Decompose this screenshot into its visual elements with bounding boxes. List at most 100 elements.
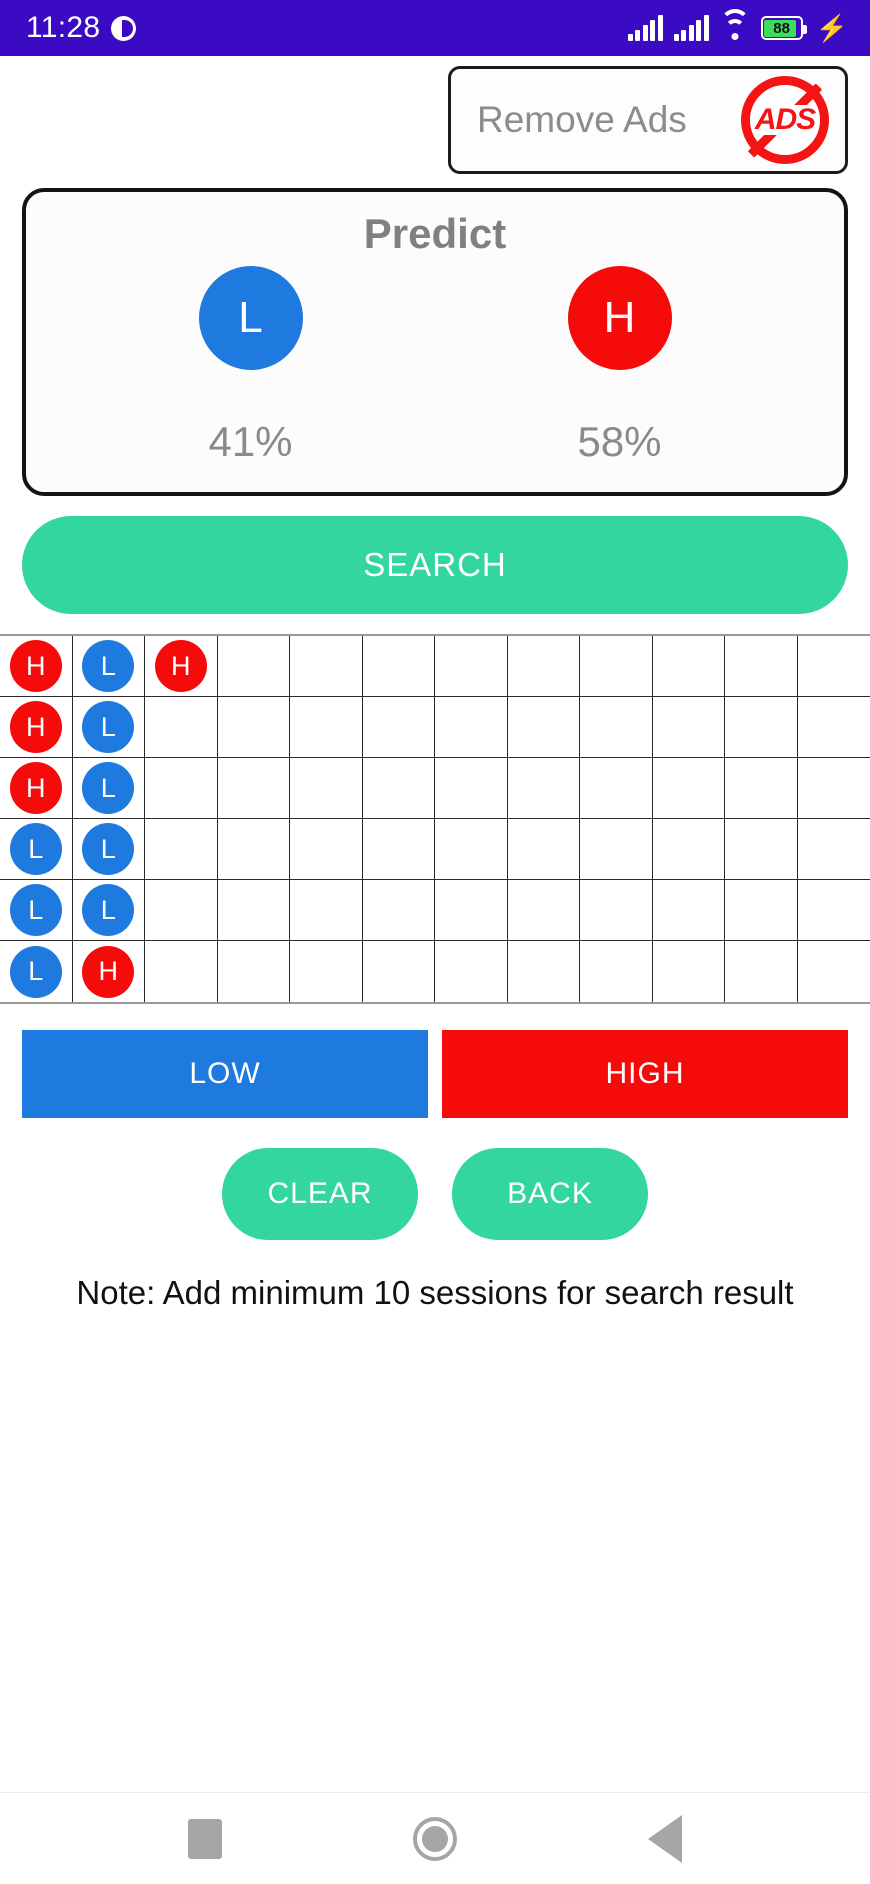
grid-cell[interactable] [725, 819, 798, 880]
grid-cell[interactable] [507, 880, 580, 941]
grid-cell[interactable] [580, 941, 653, 1002]
grid-cell[interactable]: L [0, 819, 73, 880]
grid-cell[interactable] [797, 697, 870, 758]
grid-cell[interactable] [725, 941, 798, 1002]
grid-cell[interactable] [435, 758, 508, 819]
grid-cell[interactable] [797, 758, 870, 819]
grid-cell[interactable] [435, 636, 508, 697]
clear-button[interactable]: CLEAR [222, 1148, 418, 1240]
entry-buttons-row: LOW HIGH [22, 1030, 848, 1118]
grid-cell[interactable] [507, 819, 580, 880]
grid-cell[interactable] [145, 819, 218, 880]
grid-cell[interactable] [797, 636, 870, 697]
charging-bolt-icon: ⚡ [815, 13, 848, 43]
status-bar-right: 88 ⚡ [627, 9, 848, 43]
grid-cell[interactable] [217, 758, 290, 819]
grid-cell[interactable]: H [0, 636, 73, 697]
grid-cell[interactable] [652, 941, 725, 1002]
grid-dot-high: H [9, 762, 62, 814]
grid-cell[interactable] [362, 941, 435, 1002]
grid-cell[interactable] [362, 636, 435, 697]
grid-cell[interactable] [435, 880, 508, 941]
grid-cell[interactable] [145, 941, 218, 1002]
grid-cell[interactable] [797, 819, 870, 880]
grid-cell[interactable] [580, 819, 653, 880]
grid-cell[interactable] [652, 819, 725, 880]
predict-bubbles-row: L 41% H 58% [26, 266, 844, 466]
predict-low-bubble[interactable]: L [198, 266, 303, 370]
grid-cell[interactable] [507, 697, 580, 758]
grid-cell[interactable] [580, 697, 653, 758]
grid-cell[interactable] [217, 880, 290, 941]
grid-cell[interactable] [217, 697, 290, 758]
app-screen: 11:28 88 ⚡ Remove Ads ADS Predict L 41% … [0, 0, 870, 1884]
low-entry-button[interactable]: LOW [22, 1030, 428, 1118]
grid-cell[interactable] [725, 636, 798, 697]
predict-high-bubble[interactable]: H [567, 266, 672, 370]
system-navigation-bar [0, 1792, 870, 1884]
high-entry-button[interactable]: HIGH [442, 1030, 848, 1118]
grid-dot-high: H [82, 945, 135, 998]
grid-cell[interactable] [652, 636, 725, 697]
grid-cell[interactable] [725, 697, 798, 758]
grid-cell[interactable]: L [0, 941, 73, 1002]
grid-cell[interactable] [290, 636, 363, 697]
grid-cell[interactable] [580, 758, 653, 819]
grid-cell[interactable] [145, 697, 218, 758]
grid-cell[interactable] [217, 941, 290, 1002]
grid-cell[interactable] [435, 697, 508, 758]
status-bar-left: 11:28 [26, 13, 137, 43]
grid-cell[interactable] [362, 758, 435, 819]
grid-cell[interactable] [580, 636, 653, 697]
ads-icon-label: ADS [752, 103, 818, 136]
grid-cell[interactable] [652, 880, 725, 941]
session-grid-wrapper: HLHHLHLLLLLLH [0, 634, 870, 1004]
grid-cell[interactable] [435, 941, 508, 1002]
remove-ads-button[interactable]: Remove Ads ADS [448, 66, 848, 174]
grid-cell[interactable] [362, 880, 435, 941]
back-button[interactable]: BACK [452, 1148, 648, 1240]
home-button[interactable] [400, 1804, 470, 1874]
grid-cell[interactable]: L [72, 636, 145, 697]
grid-cell[interactable]: H [0, 697, 73, 758]
square-icon [188, 1818, 222, 1859]
grid-cell[interactable] [507, 636, 580, 697]
grid-cell[interactable] [652, 697, 725, 758]
back-nav-button[interactable] [630, 1804, 700, 1874]
grid-dot-low: L [82, 823, 135, 875]
grid-cell[interactable] [217, 819, 290, 880]
grid-cell[interactable] [507, 941, 580, 1002]
grid-cell[interactable]: L [72, 758, 145, 819]
grid-cell[interactable]: L [72, 819, 145, 880]
grid-cell[interactable] [290, 941, 363, 1002]
grid-cell[interactable] [145, 880, 218, 941]
grid-cell[interactable]: L [72, 880, 145, 941]
grid-cell[interactable] [217, 636, 290, 697]
grid-dot-high: H [9, 701, 62, 753]
grid-cell[interactable] [797, 880, 870, 941]
grid-cell[interactable]: L [0, 880, 73, 941]
grid-dot-low: L [82, 701, 135, 753]
grid-cell[interactable]: H [0, 758, 73, 819]
grid-cell[interactable] [145, 758, 218, 819]
grid-cell[interactable] [290, 880, 363, 941]
recents-button[interactable] [170, 1804, 240, 1874]
grid-cell[interactable]: H [145, 636, 218, 697]
grid-cell[interactable] [725, 880, 798, 941]
session-grid[interactable]: HLHHLHLLLLLLH [0, 636, 870, 1002]
grid-cell[interactable]: L [72, 697, 145, 758]
grid-cell[interactable] [797, 941, 870, 1002]
grid-cell[interactable] [362, 819, 435, 880]
grid-cell[interactable] [580, 880, 653, 941]
grid-cell[interactable] [652, 758, 725, 819]
grid-cell[interactable]: H [72, 941, 145, 1002]
grid-cell[interactable] [435, 819, 508, 880]
grid-cell[interactable] [362, 697, 435, 758]
grid-cell[interactable] [290, 819, 363, 880]
grid-cell[interactable] [507, 758, 580, 819]
grid-cell[interactable] [290, 758, 363, 819]
search-button[interactable]: SEARCH [22, 516, 848, 614]
grid-cell[interactable] [725, 758, 798, 819]
grid-cell[interactable] [290, 697, 363, 758]
predict-low-column: L 41% [198, 266, 303, 466]
